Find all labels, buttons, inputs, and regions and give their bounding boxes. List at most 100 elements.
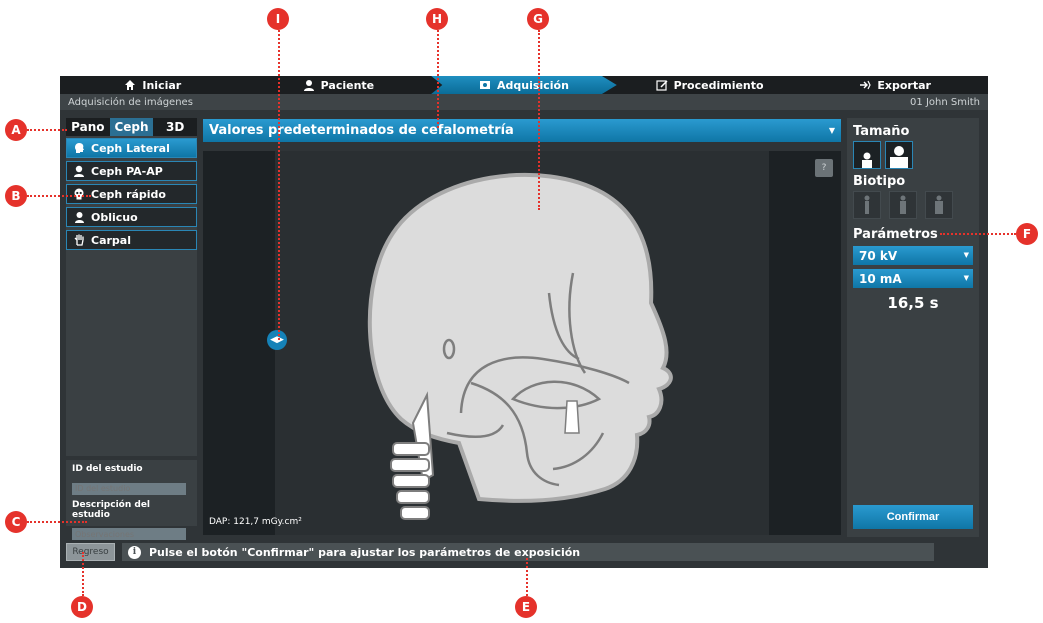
callout-d: D xyxy=(71,596,93,618)
exposure-time: 16,5 s xyxy=(887,294,939,312)
kv-caret-icon: ▼ xyxy=(963,251,969,259)
tab-pano[interactable]: Pano xyxy=(66,118,110,136)
leader-line-e xyxy=(526,558,528,596)
top-navigation: Iniciar Paciente Adquisición Procedimien… xyxy=(60,76,988,94)
menu-item-carpal[interactable]: Carpal xyxy=(66,230,197,250)
biotype-title: Biotipo xyxy=(853,174,906,189)
biotype-selector xyxy=(853,191,973,219)
user-icon xyxy=(303,80,314,91)
help-button[interactable]: ? xyxy=(815,159,833,177)
collimator-left xyxy=(203,151,275,535)
menu-item-label: Ceph PA-AP xyxy=(91,164,163,178)
dropdown-caret-icon: ▼ xyxy=(828,126,835,135)
biotype-slim-button[interactable] xyxy=(853,191,881,219)
callout-c: C xyxy=(5,511,27,533)
size-large-button[interactable] xyxy=(885,141,913,169)
skull-icon xyxy=(74,188,84,200)
nav-iniciar-label: Iniciar xyxy=(142,78,182,92)
menu-item-ceph-lateral[interactable]: Ceph Lateral xyxy=(66,138,197,158)
large-patient-icon xyxy=(890,146,908,168)
size-selector xyxy=(853,141,973,169)
menu-item-label: Oblicuo xyxy=(91,210,138,224)
callout-i: I xyxy=(267,8,289,30)
study-panel: ID del estudio Descripción del estudio xyxy=(66,460,197,540)
exam-menu: Ceph Lateral Ceph PA-AP Ceph rápido Obli… xyxy=(66,138,197,250)
callout-f: F xyxy=(1016,223,1038,245)
application-window: Iniciar Paciente Adquisición Procedimien… xyxy=(60,76,988,568)
study-description-field[interactable] xyxy=(72,528,186,540)
info-icon: i xyxy=(128,545,141,559)
nav-adquisicion-label: Adquisición xyxy=(497,78,569,92)
skull-illustration xyxy=(367,172,673,520)
menu-item-label: Ceph Lateral xyxy=(91,141,170,155)
status-message: Pulse el botón "Confirmar" para ajustar … xyxy=(149,545,581,559)
nav-adquisicion[interactable]: Adquisición xyxy=(431,76,617,94)
modality-tabs: Pano Ceph 3D xyxy=(66,118,198,136)
study-description-label: Descripción del estudio xyxy=(72,499,151,520)
menu-item-ceph-pa-ap[interactable]: Ceph PA-AP xyxy=(66,161,197,181)
leader-line-f xyxy=(940,233,1016,235)
callout-b: B xyxy=(5,185,27,207)
back-button[interactable]: Regreso xyxy=(66,543,115,561)
edit-icon xyxy=(655,80,668,91)
hand-icon xyxy=(74,234,84,246)
collimator-slider-handle[interactable]: ◀▶ xyxy=(267,330,287,350)
biotype-medium-button[interactable] xyxy=(889,191,917,219)
medium-body-icon xyxy=(900,195,906,214)
nav-exportar[interactable]: Exportar xyxy=(802,76,988,94)
dap-readout: DAP: 121,7 mGy.cm² xyxy=(209,517,302,527)
preset-label: Valores predeterminados de cefalometría xyxy=(209,123,514,138)
leader-line-a xyxy=(27,129,67,131)
leader-line-d xyxy=(82,552,84,596)
nav-procedimiento[interactable]: Procedimiento xyxy=(617,76,803,94)
export-icon xyxy=(860,80,872,90)
page-title: Adquisición de imágenes xyxy=(68,96,193,108)
right-panel: Tamaño Biotipo Parámetros 70 kV ▼ 10 mA … xyxy=(847,118,979,537)
study-id-label: ID del estudio xyxy=(72,464,143,474)
collimator-right xyxy=(769,151,841,535)
callout-h: H xyxy=(426,8,448,30)
left-panel: Pano Ceph 3D Ceph Lateral Ceph PA-AP Cep… xyxy=(66,118,198,456)
confirm-button[interactable]: Confirmar xyxy=(853,505,973,529)
leader-line-b xyxy=(27,195,91,197)
leader-line-g xyxy=(538,30,540,210)
small-patient-icon xyxy=(862,152,872,168)
nav-procedimiento-label: Procedimiento xyxy=(673,78,764,92)
tab-3d[interactable]: 3D xyxy=(153,118,198,136)
callout-g: G xyxy=(527,8,549,30)
nav-iniciar[interactable]: Iniciar xyxy=(60,76,246,94)
menu-item-ceph-rapido[interactable]: Ceph rápido xyxy=(66,184,197,204)
menu-item-oblicuo[interactable]: Oblicuo xyxy=(66,207,197,227)
nav-paciente[interactable]: Paciente xyxy=(246,76,432,94)
preset-dropdown[interactable]: Valores predeterminados de cefalometría … xyxy=(203,119,841,142)
leader-line-h xyxy=(437,30,439,128)
home-icon xyxy=(125,80,136,90)
menu-item-label: Carpal xyxy=(91,233,131,247)
callout-e: E xyxy=(515,596,537,618)
biotype-large-button[interactable] xyxy=(925,191,953,219)
ma-select[interactable]: 10 mA ▼ xyxy=(853,269,973,288)
study-id-field[interactable] xyxy=(72,482,186,495)
nav-exportar-label: Exportar xyxy=(877,78,931,92)
kv-value: 70 kV xyxy=(859,248,898,263)
slim-body-icon xyxy=(864,195,870,214)
ma-value: 10 mA xyxy=(859,271,902,286)
menu-item-label: Ceph rápido xyxy=(91,187,166,201)
leader-line-i xyxy=(278,30,280,340)
head-front-icon xyxy=(74,165,84,177)
figure-root: I H G A B C F D E Iniciar Paciente Adqui… xyxy=(0,0,1043,623)
size-title: Tamaño xyxy=(853,124,910,139)
status-bar: i Pulse el botón "Confirmar" para ajusta… xyxy=(122,543,934,561)
ma-caret-icon: ▼ xyxy=(963,274,969,282)
image-preview: ? ◀▶ DAP: 121,7 mGy.cm² xyxy=(203,151,841,535)
leader-line-c xyxy=(27,521,87,523)
head-profile-icon xyxy=(75,143,84,153)
callout-a: A xyxy=(5,119,27,141)
camera-icon xyxy=(480,81,491,89)
tab-ceph[interactable]: Ceph xyxy=(109,118,154,136)
size-small-button[interactable] xyxy=(853,141,881,169)
subheader-bar: Adquisición de imágenes 01 John Smith xyxy=(60,94,988,110)
nav-paciente-label: Paciente xyxy=(320,78,375,92)
large-body-icon xyxy=(935,195,943,214)
kv-select[interactable]: 70 kV ▼ xyxy=(853,246,973,265)
